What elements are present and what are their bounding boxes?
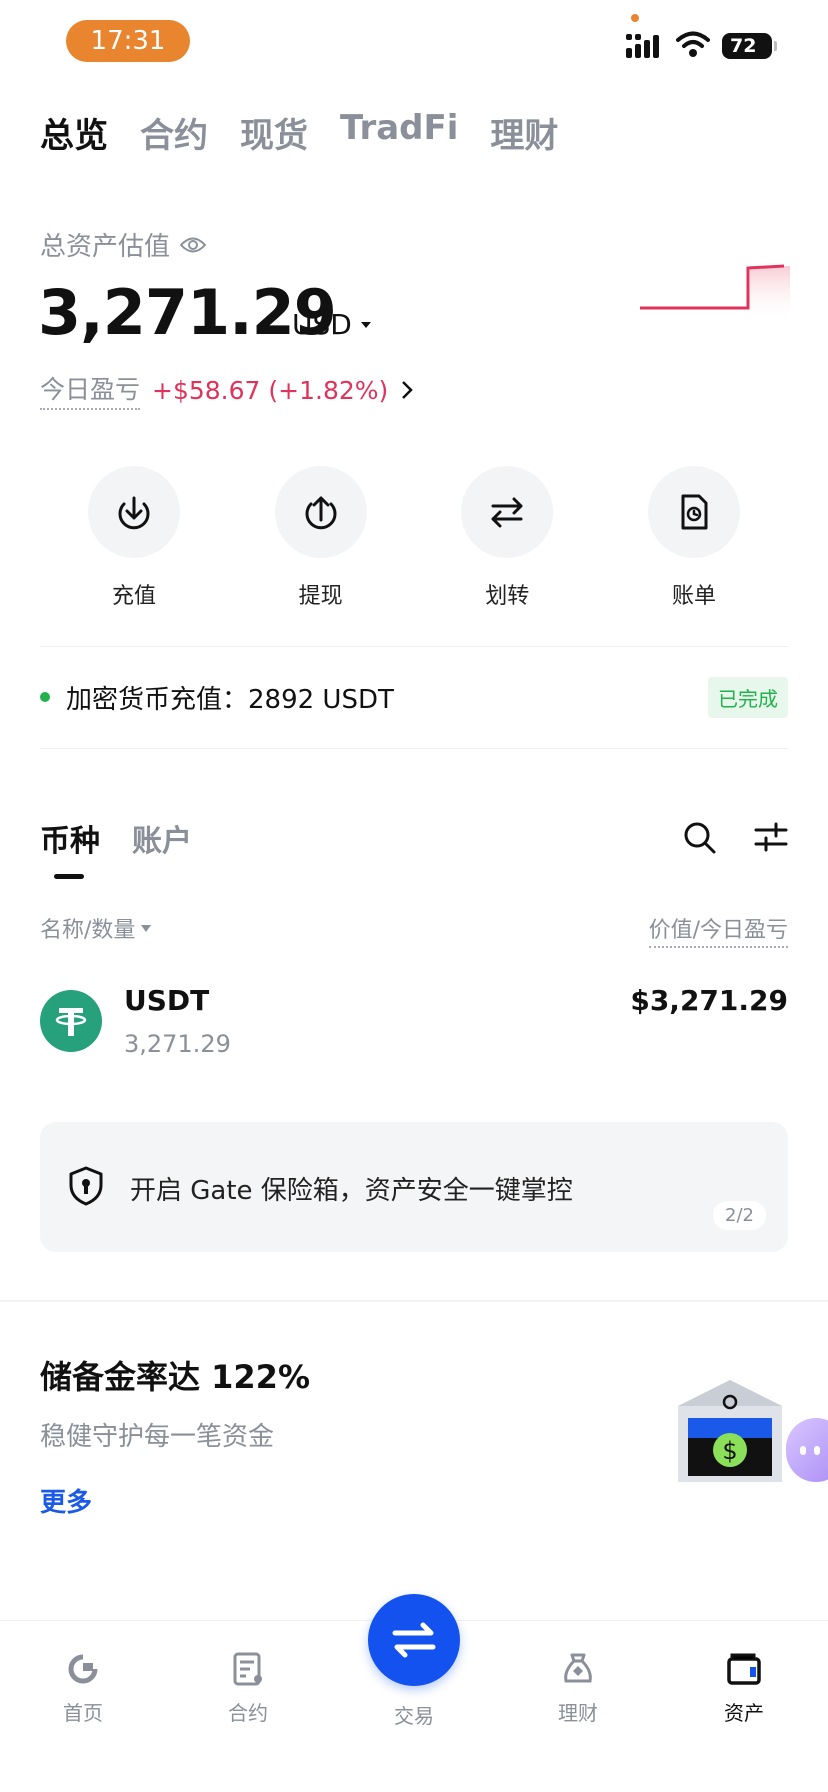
privacy-indicator-dot	[631, 14, 639, 22]
chevron-right-icon	[402, 381, 414, 399]
total-asset-label: 总资产估值	[40, 226, 207, 263]
currency-label: USD	[292, 308, 352, 341]
vault-illustration-icon: $	[678, 1380, 782, 1482]
transfer-icon	[491, 497, 523, 528]
tab-earn[interactable]: 理财	[490, 108, 558, 157]
coin-name: USDT	[124, 984, 210, 1017]
column-header-right[interactable]: 价值/今日盈亏	[648, 912, 788, 948]
section-divider	[0, 1300, 828, 1302]
deposit-button[interactable]: 充值	[88, 466, 180, 610]
status-time: 17:31	[66, 20, 190, 62]
battery-icon: 72	[722, 33, 777, 59]
chat-eye-left	[800, 1446, 806, 1455]
coin-amount: 3,271.29	[124, 1030, 231, 1058]
wifi-icon	[676, 31, 710, 57]
status-badge: 已完成	[708, 676, 788, 718]
reserve-subtitle: 稳健守护每一笔资金	[40, 1422, 275, 1452]
deposit-label: 充值	[111, 584, 156, 609]
pnl-label: 今日盈亏	[40, 370, 141, 410]
nav-trade-button[interactable]	[368, 1594, 460, 1686]
futures-icon	[233, 1652, 262, 1686]
reserve-title: 储备金率达 122%	[40, 1358, 311, 1396]
caret-down-icon	[360, 321, 371, 328]
nav-futures[interactable]: 合约	[198, 1651, 298, 1726]
coin-value: $3,271.29	[630, 984, 788, 1017]
total-asset-text: 总资产估值	[40, 232, 171, 262]
nav-earn-label: 理财	[558, 1701, 598, 1725]
withdraw-icon	[305, 496, 337, 530]
tab-overview[interactable]: 总览	[40, 108, 108, 157]
tab-futures[interactable]: 合约	[140, 108, 208, 157]
tab-coins[interactable]: 币种	[40, 816, 100, 860]
cellular-signal-icon	[626, 34, 659, 58]
vault-promo-card[interactable]: 开启 Gate 保险箱，资产安全一键掌控 2/2	[40, 1122, 788, 1252]
caret-down-icon	[141, 924, 152, 932]
tab-accounts[interactable]: 账户	[132, 816, 192, 860]
transfer-button[interactable]: 划转	[461, 466, 554, 610]
divider	[40, 646, 788, 647]
bill-button[interactable]: 账单	[647, 466, 740, 610]
trade-icon	[392, 1622, 436, 1658]
list-item[interactable]: USDT 3,271.29 $3,271.29	[40, 980, 788, 1070]
bill-icon	[681, 494, 708, 530]
tab-spot[interactable]: 现货	[240, 108, 308, 157]
chat-eye-right	[814, 1446, 820, 1455]
transfer-circle	[461, 466, 554, 558]
battery-level: 72	[730, 35, 757, 57]
more-link[interactable]: 更多	[40, 1482, 92, 1519]
nav-futures-label: 合约	[228, 1701, 268, 1725]
today-pnl-row[interactable]: 今日盈亏 +$58.67 (+1.82%)	[40, 370, 414, 410]
nav-trade-label: 交易	[394, 1704, 434, 1728]
page-indicator: 2/2	[713, 1201, 766, 1230]
promo-text: 开启 Gate 保险箱，资产安全一键掌控	[130, 1176, 573, 1206]
top-tabs: 总览 合约 现货 TradFi 理财	[40, 108, 558, 157]
pnl-value: +$58.67 (+1.82%)	[152, 375, 389, 405]
withdraw-circle	[274, 466, 367, 558]
nav-assets-label: 资产	[724, 1701, 764, 1725]
usdt-logo-icon	[40, 990, 102, 1052]
assets-icon	[727, 1653, 761, 1685]
nav-home-label: 首页	[63, 1701, 103, 1725]
search-icon[interactable]	[682, 820, 718, 856]
nav-assets[interactable]: 资产	[694, 1651, 794, 1726]
deposit-circle	[88, 466, 180, 558]
earn-icon	[564, 1653, 592, 1683]
column-header-left: 名称/数量	[40, 918, 136, 943]
deposit-icon	[118, 496, 150, 530]
chat-assistant-button[interactable]	[786, 1418, 828, 1482]
eye-icon[interactable]	[180, 236, 207, 254]
divider	[40, 748, 788, 749]
nav-earn[interactable]: 理财	[528, 1651, 628, 1726]
asset-trend-sparkline	[640, 264, 790, 322]
status-dot	[40, 692, 50, 702]
quick-actions: 充值 提现 划转 账单	[40, 466, 788, 610]
active-tab-indicator	[54, 874, 84, 879]
currency-selector[interactable]: USD	[292, 308, 372, 341]
withdraw-button[interactable]: 提现	[274, 466, 367, 610]
filter-icon[interactable]	[754, 822, 788, 852]
bill-label: 账单	[671, 584, 716, 609]
bill-circle	[647, 466, 740, 558]
name-amount-sort[interactable]: 名称/数量	[40, 912, 152, 944]
asset-tabs: 币种 账户	[40, 816, 192, 860]
home-icon	[68, 1654, 98, 1684]
svg-text:$: $	[722, 1437, 737, 1465]
notice-text: 加密货币充值：2892 USDT	[66, 684, 394, 715]
shield-icon	[69, 1166, 103, 1206]
deposit-notice[interactable]: 加密货币充值：2892 USDT 已完成	[40, 676, 788, 718]
withdraw-label: 提现	[298, 584, 343, 609]
tab-tradfi[interactable]: TradFi	[340, 108, 458, 157]
transfer-label: 划转	[485, 584, 530, 609]
nav-home[interactable]: 首页	[33, 1651, 133, 1726]
status-bar: 17:31 72	[0, 0, 828, 90]
